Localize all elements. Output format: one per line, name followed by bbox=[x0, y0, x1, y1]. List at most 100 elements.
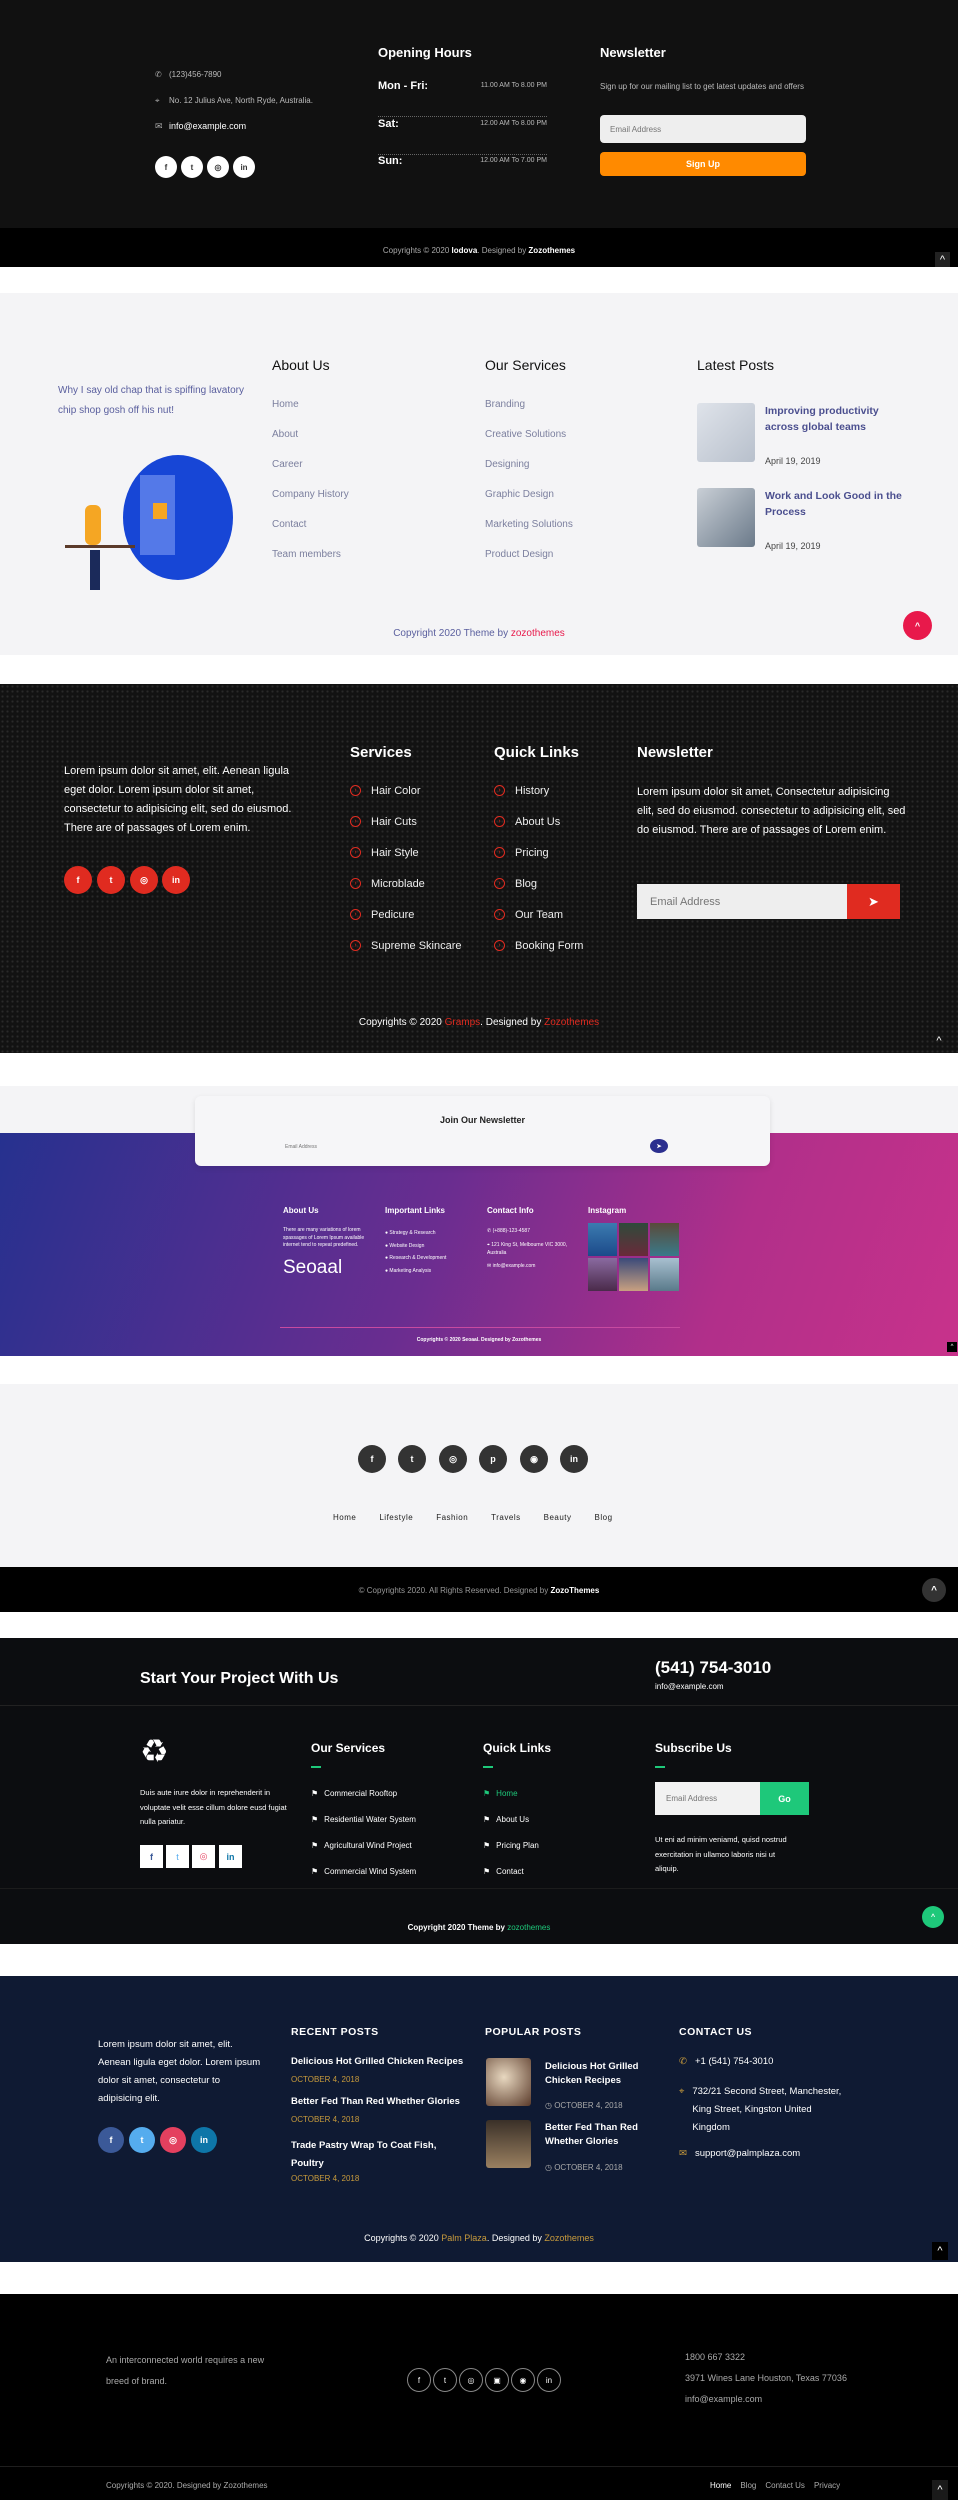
email-input[interactable] bbox=[637, 884, 847, 919]
link-team-members[interactable]: Team members bbox=[272, 549, 349, 579]
service-item[interactable]: ⚑ Commercial Rooftop bbox=[311, 1789, 416, 1815]
link-item[interactable]: ● Marketing Analysis bbox=[385, 1265, 446, 1278]
twitter-icon[interactable]: t bbox=[97, 866, 125, 894]
contact-email[interactable]: ✉ info@example.com bbox=[487, 1263, 535, 1271]
menu-lifestyle[interactable]: Lifestyle bbox=[379, 1513, 413, 1522]
popular-post-thumbnail[interactable] bbox=[486, 2120, 531, 2168]
instagram-icon[interactable]: ◎ bbox=[439, 1445, 467, 1473]
twitter-icon[interactable]: t bbox=[433, 2368, 457, 2392]
service-item[interactable]: › Hair Color bbox=[350, 775, 462, 806]
facebook-icon[interactable]: f bbox=[98, 2127, 124, 2153]
back-to-top-button[interactable]: ^ bbox=[930, 1032, 948, 1050]
link-privacy[interactable]: Privacy bbox=[814, 2481, 840, 2490]
twitter-icon[interactable]: t bbox=[129, 2127, 155, 2153]
link-contact-us[interactable]: Contact Us bbox=[765, 2481, 805, 2490]
dribbble-icon[interactable]: ◉ bbox=[511, 2368, 535, 2392]
recent-post-title[interactable]: Better Fed Than Red Whether Glories bbox=[291, 2095, 471, 2109]
instagram-icon[interactable]: ◎ bbox=[192, 1845, 215, 1868]
post-title[interactable]: Work and Look Good in the Process bbox=[765, 488, 905, 520]
quick-link-active[interactable]: ⚑ Home bbox=[483, 1789, 539, 1815]
link-home[interactable]: Home bbox=[272, 399, 349, 429]
email-input[interactable] bbox=[600, 115, 806, 143]
link-home[interactable]: Home bbox=[710, 2481, 731, 2490]
quick-link[interactable]: ⚑ Pricing Plan bbox=[483, 1841, 539, 1867]
contact-email[interactable]: ✉ info@example.com bbox=[155, 121, 246, 132]
pinterest-icon[interactable]: p bbox=[479, 1445, 507, 1473]
cta-email[interactable]: info@example.com bbox=[655, 1682, 724, 1691]
email-input[interactable] bbox=[655, 1782, 760, 1815]
send-button[interactable]: ➤ bbox=[650, 1139, 668, 1153]
instagram-icon[interactable]: ◎ bbox=[207, 156, 229, 178]
recycle-logo-icon[interactable]: ♻ bbox=[140, 1733, 169, 1769]
linkedin-icon[interactable]: in bbox=[233, 156, 255, 178]
menu-fashion[interactable]: Fashion bbox=[436, 1513, 468, 1522]
twitter-icon[interactable]: t bbox=[166, 1845, 189, 1868]
send-button[interactable]: ➤ bbox=[847, 884, 900, 919]
instagram-photo[interactable] bbox=[619, 1258, 648, 1291]
linkedin-icon[interactable]: in bbox=[560, 1445, 588, 1473]
seoaal-logo[interactable]: Seoaal bbox=[283, 1257, 342, 1279]
post-thumbnail[interactable] bbox=[697, 488, 755, 547]
popular-post-thumbnail[interactable] bbox=[486, 2058, 531, 2106]
service-item[interactable]: › Hair Style bbox=[350, 837, 462, 868]
back-to-top-button[interactable]: ^ bbox=[922, 1906, 944, 1928]
quick-link[interactable]: › About Us bbox=[494, 806, 583, 837]
post-thumbnail[interactable] bbox=[697, 403, 755, 462]
linkedin-icon[interactable]: in bbox=[219, 1845, 242, 1868]
linkedin-icon[interactable]: in bbox=[162, 866, 190, 894]
quick-link[interactable]: › Booking Form bbox=[494, 930, 583, 961]
link-about[interactable]: About bbox=[272, 429, 349, 459]
email-input[interactable] bbox=[285, 1139, 670, 1155]
quick-link[interactable]: › Blog bbox=[494, 868, 583, 899]
back-to-top-button[interactable]: ^ bbox=[903, 611, 932, 640]
quick-link[interactable]: ⚑ About Us bbox=[483, 1815, 539, 1841]
quick-link[interactable]: › Our Team bbox=[494, 899, 583, 930]
service-item[interactable]: › Pedicure bbox=[350, 899, 462, 930]
instagram-photo[interactable] bbox=[619, 1223, 648, 1256]
instagram-photo[interactable] bbox=[650, 1223, 679, 1256]
sign-up-button[interactable]: Sign Up bbox=[600, 152, 806, 176]
twitter-icon[interactable]: t bbox=[398, 1445, 426, 1473]
go-button[interactable]: Go bbox=[760, 1782, 809, 1815]
service-item[interactable]: ⚑ Residential Water System bbox=[311, 1815, 416, 1841]
back-to-top-button[interactable]: ^ bbox=[932, 2242, 948, 2260]
instagram-icon[interactable]: ◎ bbox=[130, 866, 158, 894]
link-contact[interactable]: Contact bbox=[272, 519, 349, 549]
youtube-icon[interactable]: ▣ bbox=[485, 2368, 509, 2392]
facebook-icon[interactable]: f bbox=[358, 1445, 386, 1473]
menu-beauty[interactable]: Beauty bbox=[544, 1513, 572, 1522]
instagram-icon[interactable]: ◎ bbox=[160, 2127, 186, 2153]
service-item[interactable]: ⚑ Agricultural Wind Project bbox=[311, 1841, 416, 1867]
contact-email[interactable]: ✉ support@palmplaza.com bbox=[679, 2148, 800, 2159]
menu-blog[interactable]: Blog bbox=[595, 1513, 613, 1522]
back-to-top-button[interactable]: ^ bbox=[947, 1342, 957, 1352]
link-branding[interactable]: Branding bbox=[485, 399, 573, 429]
facebook-icon[interactable]: f bbox=[407, 2368, 431, 2392]
link-career[interactable]: Career bbox=[272, 459, 349, 489]
link-blog[interactable]: Blog bbox=[740, 2481, 756, 2490]
link-graphic-design[interactable]: Graphic Design bbox=[485, 489, 573, 519]
instagram-icon[interactable]: ◎ bbox=[459, 2368, 483, 2392]
service-item[interactable]: ⚑ Commercial Wind System bbox=[311, 1867, 416, 1893]
post-title[interactable]: Improving productivity across global tea… bbox=[765, 403, 905, 435]
back-to-top-button[interactable]: ^ bbox=[922, 1578, 946, 1602]
dribbble-icon[interactable]: ◉ bbox=[520, 1445, 548, 1473]
recent-post-title[interactable]: Trade Pastry Wrap To Coat Fish, Poultry bbox=[291, 2137, 451, 2173]
instagram-photo[interactable] bbox=[588, 1223, 617, 1256]
facebook-icon[interactable]: f bbox=[155, 156, 177, 178]
quick-link[interactable]: › History bbox=[494, 775, 583, 806]
service-item[interactable]: › Hair Cuts bbox=[350, 806, 462, 837]
back-to-top-button[interactable]: ^ bbox=[935, 252, 950, 267]
linkedin-icon[interactable]: in bbox=[191, 2127, 217, 2153]
menu-travels[interactable]: Travels bbox=[491, 1513, 520, 1522]
cta-phone[interactable]: (541) 754-3010 bbox=[655, 1658, 771, 1678]
contact-email[interactable]: info@example.com bbox=[685, 2394, 762, 2404]
link-product-design[interactable]: Product Design bbox=[485, 549, 573, 579]
link-item[interactable]: ● Strategy & Research bbox=[385, 1227, 446, 1240]
facebook-icon[interactable]: f bbox=[64, 866, 92, 894]
quick-link[interactable]: ⚑ Contact bbox=[483, 1867, 539, 1893]
link-item[interactable]: ● Research & Development bbox=[385, 1252, 446, 1265]
service-item[interactable]: › Supreme Skincare bbox=[350, 930, 462, 961]
link-company-history[interactable]: Company History bbox=[272, 489, 349, 519]
instagram-photo[interactable] bbox=[650, 1258, 679, 1291]
